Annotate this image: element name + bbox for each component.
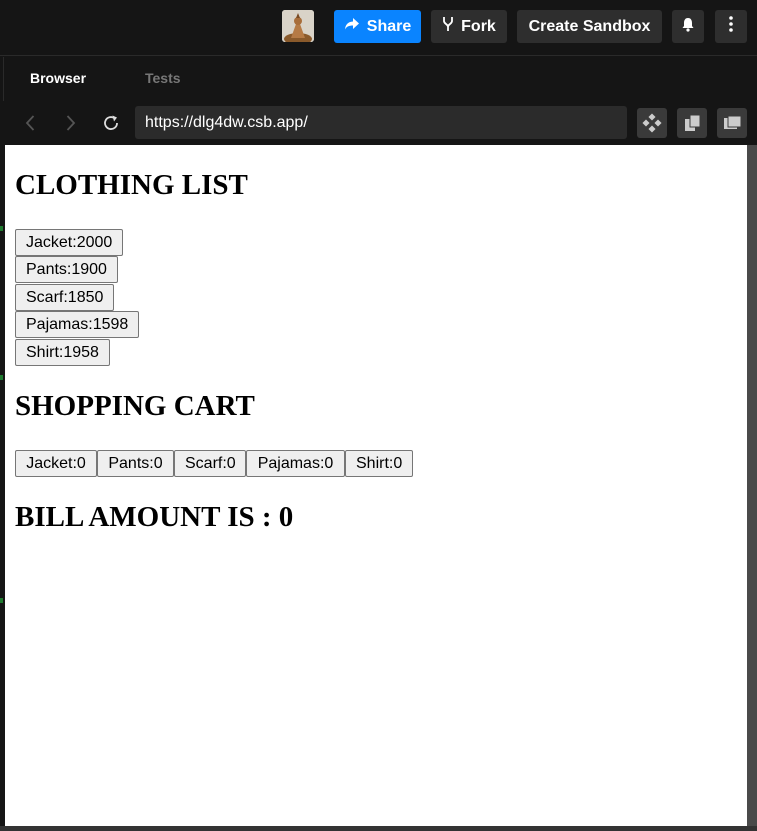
bell-icon bbox=[681, 17, 695, 37]
cart-item-shirt[interactable]: Shirt:0 bbox=[345, 450, 413, 477]
cart-item-jacket[interactable]: Jacket:0 bbox=[15, 450, 97, 477]
share-label: Share bbox=[366, 17, 412, 35]
cart-item-pants[interactable]: Pants:0 bbox=[97, 450, 174, 477]
preview-tabs: Browser Tests bbox=[0, 57, 757, 101]
cart-item-pajamas[interactable]: Pajamas:0 bbox=[246, 450, 345, 477]
tab-browser[interactable]: Browser bbox=[30, 70, 86, 86]
more-menu-button[interactable] bbox=[715, 10, 747, 43]
clothing-item-shirt[interactable]: Shirt:1958 bbox=[15, 339, 110, 366]
clothing-item-scarf[interactable]: Scarf:1850 bbox=[15, 284, 115, 311]
gutter-mark bbox=[0, 375, 3, 380]
devtools-icon[interactable] bbox=[637, 108, 667, 138]
share-button[interactable]: Share bbox=[334, 10, 421, 43]
notifications-button[interactable] bbox=[672, 10, 704, 43]
responsive-view-icon[interactable] bbox=[717, 108, 747, 138]
share-arrow-icon bbox=[344, 17, 360, 36]
fork-icon bbox=[442, 16, 454, 37]
create-sandbox-label: Create Sandbox bbox=[528, 17, 651, 35]
scrollbar[interactable] bbox=[747, 145, 757, 831]
clothing-item-jacket[interactable]: Jacket:2000 bbox=[15, 229, 124, 256]
forward-icon[interactable] bbox=[60, 113, 80, 133]
clothing-list-title: CLOTHING LIST bbox=[15, 169, 248, 201]
shopping-cart-title: SHOPPING CART bbox=[15, 390, 255, 422]
more-vertical-icon bbox=[729, 16, 733, 37]
open-new-window-icon[interactable] bbox=[677, 108, 707, 138]
gutter-mark bbox=[0, 226, 3, 231]
bottom-edge bbox=[0, 826, 757, 831]
tab-tests[interactable]: Tests bbox=[145, 70, 181, 86]
fork-button[interactable]: Fork bbox=[431, 10, 507, 43]
url-bar[interactable]: https://dlg4dw.csb.app/ bbox=[135, 106, 627, 139]
browser-nav-bar: https://dlg4dw.csb.app/ bbox=[0, 101, 757, 145]
avatar[interactable] bbox=[282, 10, 314, 42]
divider bbox=[3, 57, 4, 101]
reload-icon[interactable] bbox=[101, 113, 121, 133]
fork-label: Fork bbox=[461, 17, 496, 35]
clothing-item-pants[interactable]: Pants:1900 bbox=[15, 256, 118, 283]
back-icon[interactable] bbox=[21, 113, 41, 133]
bill-amount: BILL AMOUNT IS : 0 bbox=[15, 501, 294, 533]
top-header: Share Fork Create Sandbox bbox=[0, 0, 757, 56]
create-sandbox-button[interactable]: Create Sandbox bbox=[517, 10, 662, 43]
cart-item-scarf[interactable]: Scarf:0 bbox=[174, 450, 246, 477]
clothing-item-pajamas[interactable]: Pajamas:1598 bbox=[15, 311, 140, 338]
gutter-mark bbox=[0, 598, 3, 603]
preview-frame: CLOTHING LIST Jacket:2000 Pants:1900 Sca… bbox=[5, 145, 747, 826]
